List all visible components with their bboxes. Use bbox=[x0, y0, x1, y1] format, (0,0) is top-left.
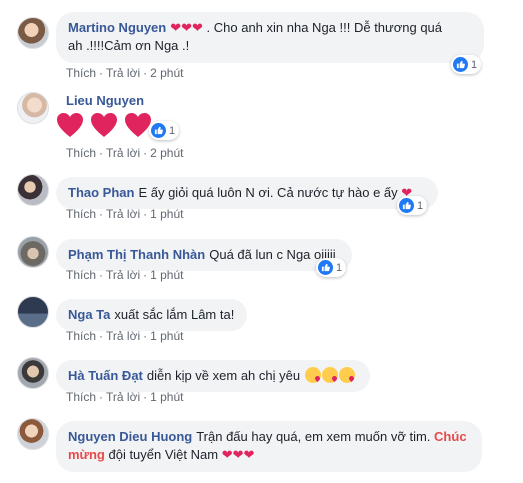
comment-text-line2: ah .!!!!Cảm ơn Nga .! bbox=[68, 38, 190, 53]
avatar[interactable] bbox=[17, 92, 49, 124]
comment-text: E ấy giỏi quá luôn N ơi. Cả nước tự hào … bbox=[138, 185, 398, 200]
highlight-word[interactable]: Chúc bbox=[434, 429, 467, 444]
reply-link[interactable]: Trả lời bbox=[106, 66, 140, 80]
like-icon bbox=[453, 57, 468, 72]
like-icon bbox=[151, 123, 166, 138]
timestamp[interactable]: 1 phút bbox=[150, 268, 183, 282]
timestamp[interactable]: 2 phút bbox=[150, 66, 183, 80]
comment-actions: Thích · Trả lời · 1 phút bbox=[66, 268, 184, 282]
avatar[interactable] bbox=[17, 17, 49, 49]
like-link[interactable]: Thích bbox=[66, 146, 96, 160]
reaction-count[interactable]: 1 bbox=[451, 55, 482, 74]
avatar[interactable] bbox=[17, 236, 49, 268]
kiss-emoji-icon bbox=[338, 367, 355, 383]
comment-actions: Thích · Trả lời · 1 phút bbox=[66, 390, 184, 404]
like-link[interactable]: Thích bbox=[66, 207, 96, 221]
reply-link[interactable]: Trả lời bbox=[106, 146, 140, 160]
author-name[interactable]: Martino Nguyen bbox=[68, 20, 166, 35]
avatar[interactable] bbox=[17, 174, 49, 206]
comment-bubble: Phạm Thị Thanh Nhàn Quá đã lun c Nga oiii… bbox=[56, 239, 352, 271]
like-link[interactable]: Thích bbox=[66, 268, 96, 282]
comment-text: . Cho anh xin nha Nga !!! Dễ thương quá bbox=[202, 20, 443, 35]
avatar[interactable] bbox=[17, 296, 49, 328]
comment-actions: Thích · Trả lời · 2 phút bbox=[66, 146, 184, 160]
comment-actions: Thích · Trả lời · 1 phút bbox=[66, 207, 184, 221]
kiss-emoji-icon bbox=[321, 367, 338, 383]
like-icon bbox=[399, 198, 414, 213]
author-name[interactable]: Thao Phan bbox=[68, 185, 134, 200]
comment-bubble: Hà Tuấn Đạt diễn kịp về xem ah chị yêu bbox=[56, 360, 370, 392]
author-name[interactable]: Nguyen Dieu Huong bbox=[68, 429, 192, 444]
like-link[interactable]: Thích bbox=[66, 390, 96, 404]
comment-actions: Thích · Trả lời · 1 phút bbox=[66, 329, 184, 343]
heart-icon bbox=[125, 113, 151, 137]
comment-text-line2: đội tuyển Việt Nam bbox=[108, 447, 219, 462]
heart-icon bbox=[91, 113, 117, 137]
author-name[interactable]: Hà Tuấn Đạt bbox=[68, 368, 143, 383]
comment-text: diễn kịp về xem ah chị yêu bbox=[146, 368, 301, 383]
comment-actions: Thích · Trả lời · 2 phút bbox=[66, 66, 184, 80]
comment-text: Trận đấu hay quá, em xem muốn vỡ tim. bbox=[196, 429, 431, 444]
timestamp[interactable]: 1 phút bbox=[150, 207, 183, 221]
timestamp[interactable]: 2 phút bbox=[150, 146, 183, 160]
reaction-count[interactable]: 1 bbox=[397, 196, 428, 215]
like-link[interactable]: Thích bbox=[66, 329, 96, 343]
reaction-count[interactable]: 1 bbox=[149, 121, 180, 140]
heart-icon bbox=[57, 113, 83, 137]
avatar[interactable] bbox=[17, 357, 49, 389]
heart-icon: ❤❤❤ bbox=[221, 447, 255, 462]
comment-bubble: Nga Ta xuất sắc lắm Lâm ta! bbox=[56, 299, 247, 331]
comment-bubble: Nguyen Dieu Huong Trận đấu hay quá, em xe… bbox=[56, 421, 482, 472]
timestamp[interactable]: 1 phút bbox=[150, 329, 183, 343]
highlight-word[interactable]: mừng bbox=[68, 447, 105, 462]
comment-bubble: Martino Nguyen ❤❤❤ . Cho anh xin nha Nga … bbox=[56, 12, 484, 63]
like-icon bbox=[318, 260, 333, 275]
reply-link[interactable]: Trả lời bbox=[106, 329, 140, 343]
kiss-emoji-icon bbox=[304, 367, 321, 383]
author-name[interactable]: Lieu Nguyen bbox=[66, 93, 144, 108]
reaction-count[interactable]: 1 bbox=[316, 258, 347, 277]
comment-bubble: Thao Phan E ấy giỏi quá luôn N ơi. Cả nướ… bbox=[56, 177, 438, 209]
big-hearts bbox=[56, 112, 152, 138]
reply-link[interactable]: Trả lời bbox=[106, 268, 140, 282]
avatar[interactable] bbox=[17, 418, 49, 450]
comment-text: Quá đã lun c Nga oiiiii bbox=[209, 247, 336, 262]
comment-text: xuất sắc lắm Lâm ta! bbox=[114, 307, 235, 322]
reply-link[interactable]: Trả lời bbox=[106, 207, 140, 221]
author-name[interactable]: Nga Ta bbox=[68, 307, 110, 322]
timestamp[interactable]: 1 phút bbox=[150, 390, 183, 404]
like-link[interactable]: Thích bbox=[66, 66, 96, 80]
reply-link[interactable]: Trả lời bbox=[106, 390, 140, 404]
author-name[interactable]: Phạm Thị Thanh Nhàn bbox=[68, 247, 205, 262]
heart-icon: ❤❤❤ bbox=[170, 20, 203, 35]
